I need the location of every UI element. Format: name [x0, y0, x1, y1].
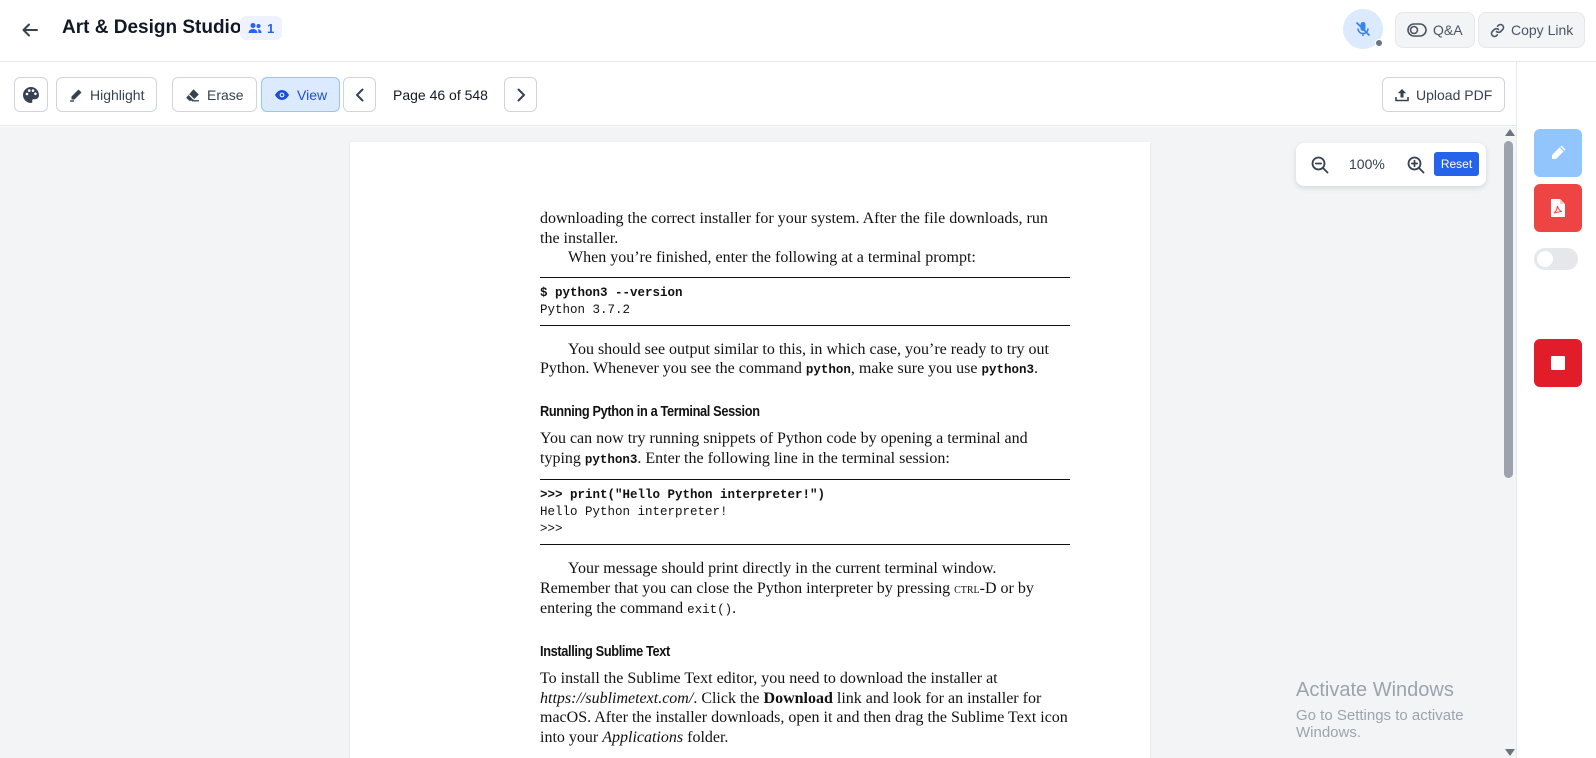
- back-arrow-icon: [22, 23, 38, 37]
- text-run: folder.: [683, 728, 729, 746]
- pen-icon: [70, 89, 82, 102]
- scroll-up-arrow[interactable]: [1505, 129, 1515, 136]
- copy-link-button[interactable]: Copy Link: [1478, 12, 1586, 48]
- stop-recording-button[interactable]: [1534, 339, 1582, 387]
- paragraph: When you’re finished, enter the followin…: [568, 249, 976, 266]
- code-block: >>> print("Hello Python interpreter!") H…: [540, 479, 1070, 545]
- text-run: .: [732, 600, 737, 617]
- participants-count: 1: [267, 20, 275, 36]
- upload-pdf-button[interactable]: Upload PDF: [1382, 77, 1506, 112]
- pdf-viewer: downloading the correct installer for yo…: [0, 127, 1516, 758]
- scroll-down-arrow[interactable]: [1505, 749, 1515, 756]
- qa-button[interactable]: Q&A: [1395, 12, 1475, 48]
- pdf-file-icon: [1551, 199, 1565, 217]
- section-heading: Running Python in a Terminal Session: [540, 403, 760, 420]
- code-line: >>>: [540, 522, 563, 536]
- participants-badge[interactable]: 1: [240, 16, 283, 40]
- mic-off-icon: [1355, 21, 1371, 37]
- zoom-in-button[interactable]: [1405, 154, 1427, 176]
- paragraph: Your message should print directly in th…: [540, 559, 1070, 621]
- toggle-knob: [1537, 251, 1553, 267]
- text-run: .: [1034, 360, 1039, 377]
- paragraph: downloading the correct installer for yo…: [540, 210, 1048, 247]
- text-run: , make sure you use: [850, 360, 982, 377]
- bold-text: Download: [763, 689, 833, 707]
- link-icon: [1490, 23, 1505, 37]
- code-block: $ python3 --version Python 3.7.2: [540, 276, 1070, 326]
- users-icon: [248, 23, 262, 33]
- view-label: View: [297, 86, 328, 103]
- watermark-subtitle: Go to Settings to activate Windows.: [1296, 707, 1464, 741]
- paragraph: You should see output similar to this, i…: [540, 340, 1070, 381]
- zoom-reset-button[interactable]: Reset: [1434, 152, 1479, 176]
- code-line: Hello Python interpreter!: [540, 505, 728, 519]
- zoom-out-icon: [1311, 156, 1329, 174]
- chevron-right-icon: [517, 88, 525, 101]
- highlight-label: Highlight: [90, 86, 145, 103]
- toggle-switch[interactable]: [1534, 248, 1578, 270]
- pdf-page-content: downloading the correct installer for yo…: [540, 209, 1070, 747]
- palette-icon: [23, 86, 39, 103]
- zoom-in-icon: [1407, 156, 1425, 174]
- upload-icon: [1395, 88, 1409, 101]
- mute-mic-button[interactable]: [1343, 9, 1383, 49]
- stop-icon: [1551, 356, 1565, 370]
- back-button[interactable]: [18, 18, 42, 42]
- pencil-icon: [1552, 145, 1566, 159]
- windows-activation-watermark: Activate Windows Go to Settings to activ…: [1296, 679, 1516, 741]
- code-line: $ python3 --version: [540, 285, 683, 300]
- top-header: Art & Design Studio 1 Q&A Copy Link: [0, 0, 1596, 62]
- draw-tool-button[interactable]: [1534, 129, 1582, 177]
- inline-code: exit(): [687, 603, 733, 617]
- paragraph: You can now try running snippets of Pyth…: [540, 429, 1070, 470]
- zoom-controls: 100% Reset: [1296, 143, 1486, 186]
- key-label: ctrl: [954, 581, 980, 597]
- copy-link-label: Copy Link: [1511, 22, 1574, 38]
- annotation-toolbar: Highlight Erase View Page 46 of 548 Uplo…: [0, 62, 1516, 126]
- section-heading: Installing Sublime Text: [540, 643, 670, 660]
- inline-code: python: [805, 363, 851, 377]
- text-run: . Click the: [693, 689, 764, 707]
- pdf-export-button[interactable]: [1534, 184, 1582, 232]
- zoom-out-button[interactable]: [1309, 154, 1331, 176]
- upload-pdf-label: Upload PDF: [1416, 86, 1493, 103]
- previous-page-button[interactable]: [343, 77, 376, 112]
- code-line: Python 3.7.2: [540, 302, 631, 317]
- eraser-icon: [186, 88, 199, 101]
- eye-icon: [275, 89, 289, 100]
- paragraph: To install the Sublime Text editor, you …: [540, 669, 1070, 747]
- view-button[interactable]: View: [261, 77, 341, 112]
- color-palette-button[interactable]: [14, 77, 48, 112]
- qa-label: Q&A: [1433, 22, 1463, 38]
- page-title: Art & Design Studio: [62, 17, 242, 38]
- text-run: Your message should print directly in th…: [540, 560, 997, 597]
- url-text: https://sublimetext.com/: [540, 689, 694, 707]
- watermark-title: Activate Windows: [1296, 679, 1454, 701]
- erase-label: Erase: [207, 86, 244, 103]
- highlight-button[interactable]: Highlight: [56, 77, 158, 112]
- code-line: >>> print("Hello Python interpreter!"): [540, 488, 826, 502]
- italic-text: Applications: [602, 728, 684, 746]
- inline-code: python3: [981, 363, 1035, 377]
- vertical-scrollbar[interactable]: [1502, 127, 1516, 758]
- text-run: To install the Sublime Text editor, you …: [540, 670, 998, 687]
- erase-button[interactable]: Erase: [172, 77, 257, 112]
- page-indicator: Page 46 of 548: [393, 87, 488, 103]
- qa-icon: [1407, 23, 1427, 37]
- chevron-left-icon: [355, 88, 363, 101]
- next-page-button[interactable]: [504, 77, 537, 112]
- inline-code: python3: [584, 452, 638, 467]
- right-tool-rail: [1516, 62, 1596, 758]
- text-run: . Enter the following line in the termin…: [637, 449, 950, 467]
- mic-status-dot: [1375, 39, 1383, 47]
- pdf-page: downloading the correct installer for yo…: [350, 142, 1150, 758]
- zoom-level: 100%: [1349, 156, 1385, 172]
- scroll-thumb[interactable]: [1504, 141, 1513, 478]
